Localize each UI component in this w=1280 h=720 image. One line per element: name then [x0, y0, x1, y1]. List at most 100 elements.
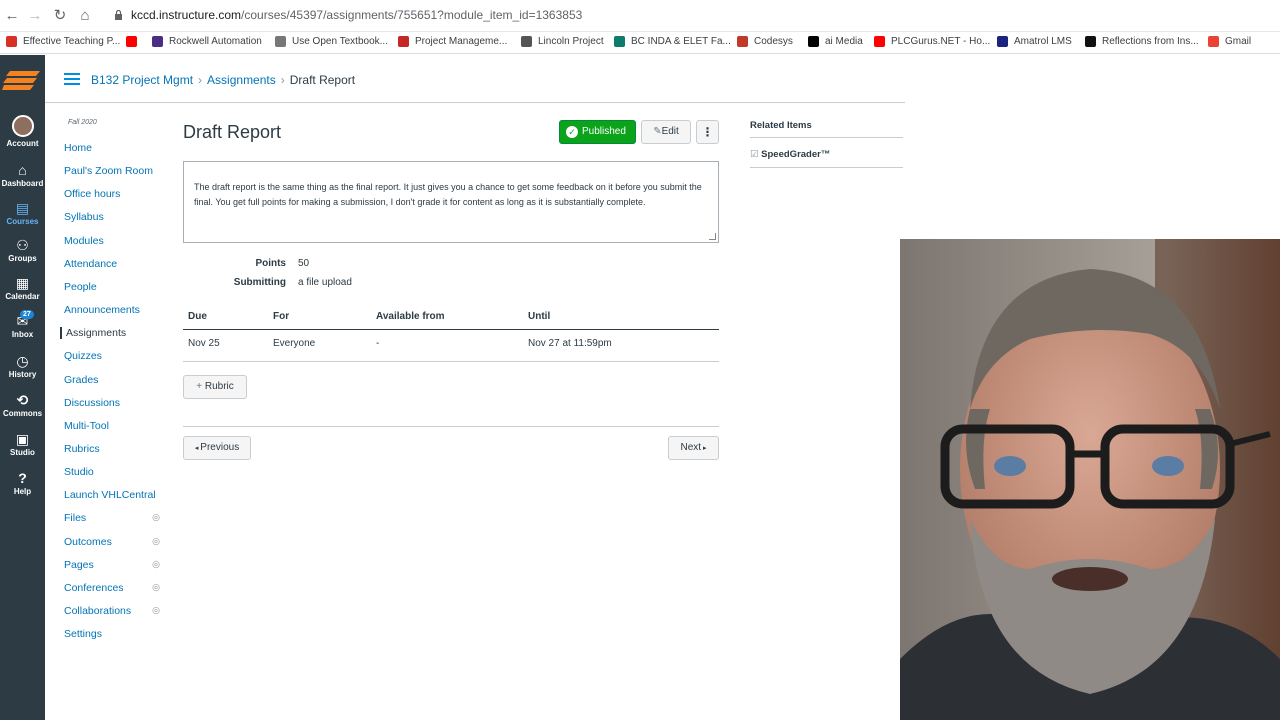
course-nav-modules[interactable]: Modules: [64, 235, 162, 247]
until-header: Until: [528, 311, 551, 322]
course-nav-label: Discussions: [64, 396, 121, 409]
global-nav-commons[interactable]: ⟲ Commons: [0, 392, 45, 418]
course-nav-files[interactable]: Files ◎: [64, 512, 162, 524]
hamburger-menu-icon[interactable]: [64, 73, 80, 85]
bookmark-label: Gmail: [1225, 36, 1252, 47]
course-nav-quizzes[interactable]: Quizzes: [64, 350, 162, 362]
back-icon[interactable]: ←: [2, 7, 22, 25]
course-nav-label: Collaborations: [64, 605, 132, 617]
bookmark-label: BC INDA & ELET Fa...: [631, 36, 731, 47]
bookmark-favicon-icon: [126, 36, 137, 47]
course-nav-label: Files: [64, 512, 87, 525]
course-nav-multi-tool[interactable]: Multi-Tool: [64, 420, 162, 432]
global-nav-dashboard[interactable]: ⌂ Dashboard: [0, 162, 45, 188]
assignment-description[interactable]: The draft report is the same thing as th…: [183, 161, 719, 243]
course-nav-studio[interactable]: Studio: [64, 466, 162, 478]
course-nav-people[interactable]: People: [64, 281, 162, 293]
course-nav-office-hours[interactable]: Office hours: [64, 188, 162, 200]
course-nav-announcements[interactable]: Announcements: [64, 304, 162, 316]
institution-logo-icon[interactable]: [2, 69, 40, 93]
global-nav-help[interactable]: ? Help: [0, 470, 45, 496]
global-nav-courses[interactable]: ▤ Courses: [0, 200, 45, 226]
breadcrumb-course[interactable]: B132 Project Mgmt: [91, 73, 193, 87]
bookmark-favicon-icon: [1085, 36, 1096, 47]
history-icon: ◷: [16, 353, 29, 369]
bookmark-item[interactable]: Project Manageme...: [398, 36, 507, 47]
speedgrader-link[interactable]: ☑ SpeedGrader™: [750, 149, 830, 160]
bookmark-item[interactable]: ai Media: [808, 36, 863, 47]
global-nav-label: Dashboard: [1, 179, 44, 188]
bookmark-label: ai Media: [825, 36, 863, 47]
global-nav-label: Commons: [2, 409, 43, 418]
bookmark-item[interactable]: Use Open Textbook...: [275, 36, 388, 47]
published-button[interactable]: ✓ Published: [559, 120, 636, 144]
bookmark-favicon-icon: [275, 36, 286, 47]
course-nav-grades[interactable]: Grades: [64, 374, 162, 386]
hidden-eye-icon: ◎: [152, 581, 160, 592]
next-button[interactable]: Next ▸: [668, 436, 719, 460]
bookmark-item[interactable]: Amatrol LMS: [997, 36, 1072, 47]
add-rubric-button[interactable]: + Rubric: [183, 375, 247, 399]
for-header: For: [273, 311, 290, 322]
course-nav-label: Pages: [64, 558, 94, 571]
course-nav-attendance[interactable]: Attendance: [64, 258, 162, 270]
course-nav-settings[interactable]: Settings: [64, 628, 162, 640]
bookmark-item[interactable]: PLCGurus.NET - Ho...: [874, 36, 990, 47]
bookmark-item[interactable]: Lincoln Project: [521, 36, 604, 47]
course-nav-home[interactable]: Home: [64, 142, 162, 154]
previous-label: Previous: [200, 442, 240, 453]
global-nav-calendar[interactable]: ▦ Calendar: [0, 275, 45, 301]
forward-icon[interactable]: →: [25, 7, 45, 25]
url-bar[interactable]: kccd.instructure.com/courses/45397/assig…: [131, 8, 582, 22]
course-nav-collaborations[interactable]: Collaborations ◎: [64, 605, 162, 617]
course-nav-syllabus[interactable]: Syllabus: [64, 211, 162, 223]
global-nav-groups[interactable]: ⚇ Groups: [0, 237, 45, 263]
home-icon[interactable]: ⌂: [75, 7, 95, 25]
breadcrumb-assignments[interactable]: Assignments: [207, 73, 276, 87]
bookmark-favicon-icon: [1208, 36, 1219, 47]
bookmark-item[interactable]: BC INDA & ELET Fa...: [614, 36, 731, 47]
hidden-eye-icon: ◎: [152, 558, 160, 569]
global-nav-label: Help: [13, 487, 32, 496]
browser-toolbar: ← → ↻ ⌂ kccd.instructure.com/courses/453…: [0, 0, 1280, 32]
bookmark-favicon-icon: [614, 36, 625, 47]
bookmark-item[interactable]: Effective Teaching P...: [6, 36, 120, 47]
rubric-label: Rubric: [204, 381, 234, 392]
dashboard-icon: ⌂: [18, 162, 27, 178]
course-nav-rubrics[interactable]: Rubrics: [64, 443, 162, 455]
breadcrumb-current: Draft Report: [289, 73, 356, 87]
course-nav-paul-s-zoom-room[interactable]: Paul's Zoom Room: [64, 165, 162, 177]
page-title: Draft Report: [183, 122, 282, 142]
bookmark-label: Use Open Textbook...: [292, 36, 388, 47]
bookmark-item[interactable]: Rockwell Automation: [152, 36, 262, 47]
bookmark-item[interactable]: Gmail: [1208, 36, 1251, 47]
course-nav-label: Settings: [64, 628, 102, 641]
global-nav-label: Studio: [10, 448, 35, 457]
course-nav-label: Modules: [64, 234, 104, 247]
bookmark-label: Project Manageme...: [415, 36, 508, 47]
course-nav-outcomes[interactable]: Outcomes ◎: [64, 536, 162, 548]
bookmark-item[interactable]: Codesys: [737, 36, 793, 47]
edit-button[interactable]: ✎Edit: [641, 120, 691, 144]
course-nav-discussions[interactable]: Discussions: [64, 397, 162, 409]
global-nav-inbox[interactable]: ✉ 27 Inbox: [0, 310, 45, 339]
course-nav-label: Syllabus: [64, 211, 104, 224]
course-nav-conferences[interactable]: Conferences ◎: [64, 582, 162, 594]
previous-button[interactable]: ◂ Previous: [183, 436, 251, 460]
reload-icon[interactable]: ↻: [50, 7, 70, 25]
bookmark-label: PLCGurus.NET - Ho...: [891, 36, 991, 47]
bookmark-item[interactable]: [126, 36, 137, 47]
commons-icon: ⟲: [16, 392, 29, 408]
global-nav-label: History: [8, 370, 37, 379]
divider: [183, 426, 719, 427]
course-nav-pages[interactable]: Pages ◎: [64, 559, 162, 571]
global-nav-account[interactable]: Account: [0, 115, 45, 148]
course-nav-assignments[interactable]: Assignments: [60, 327, 158, 340]
global-nav-studio[interactable]: ▣ Studio: [0, 431, 45, 457]
course-nav-launch-vhlcentral[interactable]: Launch VHLCentral: [64, 489, 162, 501]
available-value: -: [376, 338, 380, 349]
global-nav-history[interactable]: ◷ History: [0, 353, 45, 379]
bookmark-item[interactable]: Reflections from Ins...: [1085, 36, 1199, 47]
lock-icon[interactable]: [114, 10, 123, 21]
more-options-icon[interactable]: ⋮: [696, 120, 719, 144]
